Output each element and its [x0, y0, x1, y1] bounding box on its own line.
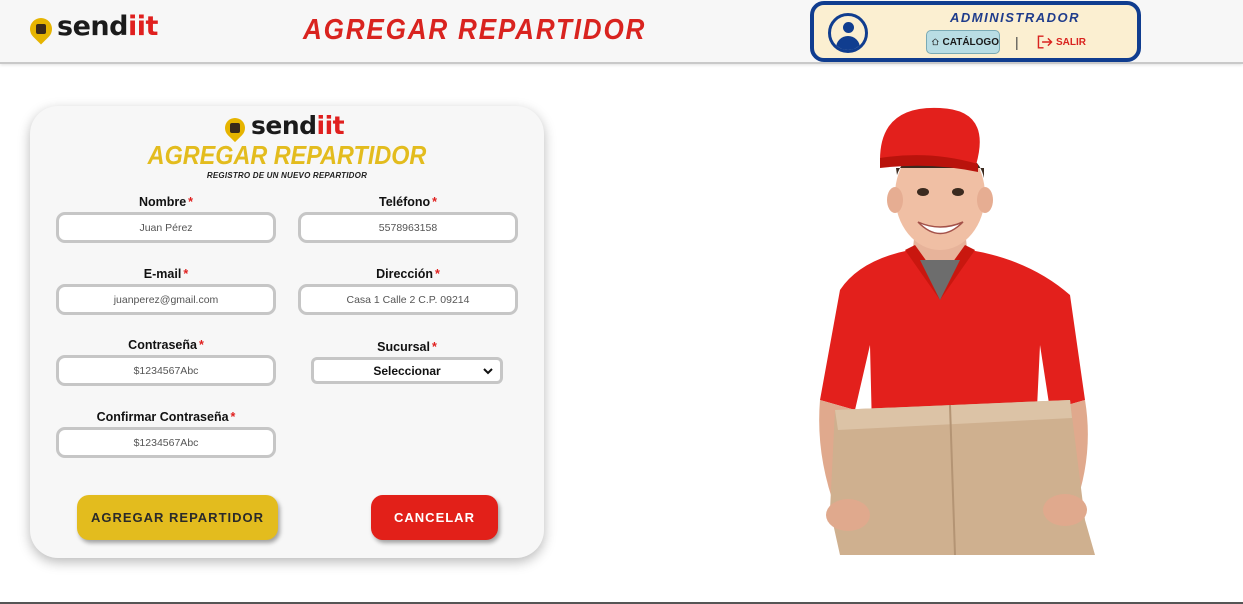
direccion-input[interactable] — [298, 284, 518, 315]
catalog-button[interactable]: CATÁLOGO — [926, 30, 1000, 54]
required-mark: * — [183, 267, 189, 281]
form-logo: sendiit — [220, 111, 345, 142]
required-mark: * — [230, 410, 236, 424]
logo-text-iit: iit — [316, 111, 345, 140]
required-mark: * — [431, 340, 437, 354]
email-input[interactable] — [56, 284, 276, 315]
contrasena-label: Contraseña * — [128, 338, 204, 352]
logo-text-send: send — [57, 11, 128, 42]
required-mark: * — [198, 338, 204, 352]
logout-label: SALIR — [1056, 36, 1086, 48]
direccion-label: Dirección * — [376, 267, 440, 281]
required-mark: * — [435, 267, 440, 281]
user-circle-icon — [828, 13, 868, 53]
email-label: E-mail * — [143, 267, 189, 281]
location-pin-icon — [220, 113, 250, 142]
add-courier-button[interactable]: AGREGAR REPARTIDOR — [77, 495, 278, 540]
confirm-password-input[interactable] — [56, 427, 276, 458]
sucursal-select[interactable]: Seleccionar — [311, 357, 503, 384]
password-input[interactable] — [56, 355, 276, 386]
nombre-input[interactable] — [56, 212, 276, 243]
admin-role-label: ADMINISTRADOR — [950, 10, 1080, 25]
catalog-label: CATÁLOGO — [942, 36, 999, 48]
cancel-button[interactable]: CANCELAR — [371, 495, 498, 540]
sucursal-selected-value: Seleccionar — [373, 363, 441, 378]
separator: | — [1015, 34, 1019, 50]
admin-panel: ADMINISTRADOR CATÁLOGO | SALIR — [810, 1, 1141, 62]
home-icon — [931, 38, 939, 46]
courier-illustration — [819, 107, 1095, 555]
form-title: AGREGAR REPARTIDOR — [147, 140, 427, 170]
nombre-label: Nombre * — [138, 195, 194, 209]
logout-icon — [1037, 35, 1053, 49]
chevron-down-icon — [483, 368, 493, 375]
required-mark: * — [188, 195, 194, 209]
form-subtitle: REGISTRO DE UN NUEVO REPARTIDOR — [206, 171, 368, 180]
telefono-label: Teléfono * — [378, 195, 438, 209]
telefono-input[interactable] — [298, 212, 518, 243]
logo-text-send: send — [251, 111, 317, 140]
logo-text-iit: iit — [127, 11, 158, 42]
logout-link[interactable]: SALIR — [1036, 34, 1086, 50]
header-logo[interactable]: sendiit — [25, 11, 158, 45]
required-mark: * — [432, 195, 438, 209]
sucursal-label: Sucursal * — [377, 340, 437, 354]
page-title: AGREGAR REPARTIDOR — [303, 14, 647, 46]
confirmar-label: Confirmar Contraseña * — [96, 410, 236, 424]
add-courier-form: sendiit AGREGAR REPARTIDOR REGISTRO DE U… — [30, 106, 544, 558]
top-header: sendiit AGREGAR REPARTIDOR ADMINISTRADOR… — [0, 0, 1243, 64]
location-pin-icon — [25, 12, 57, 45]
